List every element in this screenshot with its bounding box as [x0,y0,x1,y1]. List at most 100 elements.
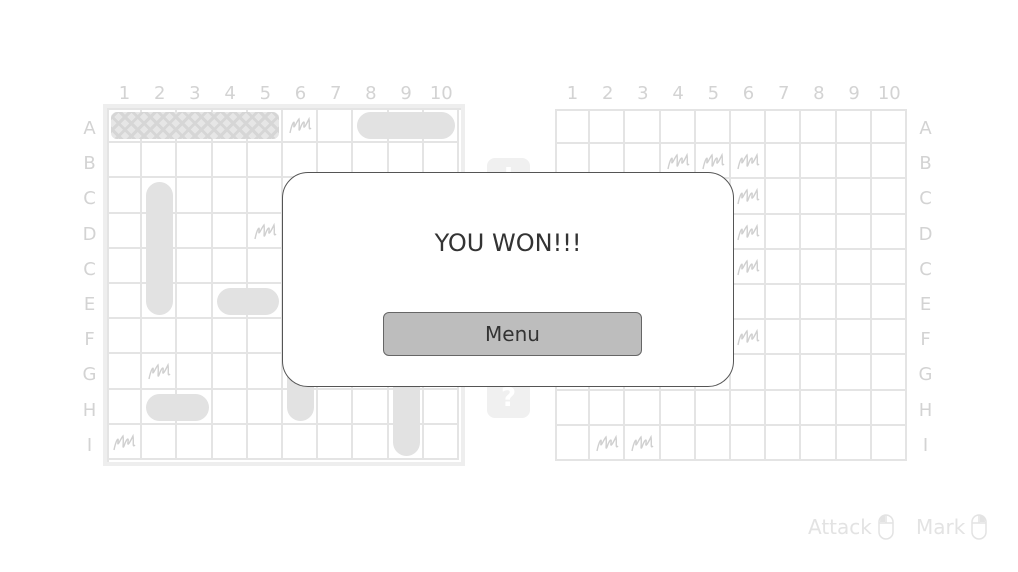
enemy-cell-C9[interactable] [836,179,872,215]
enemy-cell-H10[interactable] [871,390,907,426]
enemy-row-label: F [920,329,931,351]
enemy-cell-H2[interactable] [590,390,626,426]
enemy-cell-H4[interactable] [660,390,696,426]
enemy-cell-G7[interactable] [766,355,802,391]
enemy-cell-D8[interactable] [801,214,837,250]
enemy-cell-G9[interactable] [836,355,872,391]
enemy-cell-C10[interactable] [871,249,907,285]
player-cell-G5 [247,354,283,390]
enemy-cell-I9[interactable] [836,425,872,461]
player-row-label: D [82,223,97,245]
player-cell-H10 [423,389,459,425]
enemy-cell-I8[interactable] [801,425,837,461]
menu-button[interactable]: Menu [383,312,642,356]
player-miss-marker [110,428,140,458]
enemy-cell-H7[interactable] [766,390,802,426]
enemy-cell-E8[interactable] [801,285,837,321]
enemy-cell-F8[interactable] [801,320,837,356]
player-miss-marker [251,217,281,247]
enemy-row-label: B [919,153,932,175]
enemy-cell-A8[interactable] [801,109,837,145]
enemy-row-label: C [919,188,932,210]
enemy-cell-H9[interactable] [836,390,872,426]
enemy-cell-I7[interactable] [766,425,802,461]
enemy-cell-A1[interactable] [555,109,591,145]
enemy-cell-A9[interactable] [836,109,872,145]
player-cell-A7 [318,108,354,144]
enemy-cell-A4[interactable] [660,109,696,145]
mouse-right-click-icon [971,514,988,540]
enemy-cell-A10[interactable] [871,109,907,145]
enemy-cell-I1[interactable] [555,425,591,461]
enemy-cell-E6[interactable] [731,285,767,321]
enemy-miss-marker [628,429,658,459]
enemy-cell-B8[interactable] [801,144,837,180]
enemy-cell-A2[interactable] [590,109,626,145]
enemy-column-label: 8 [813,83,825,104]
enemy-cell-B7[interactable] [766,144,802,180]
enemy-cell-E9[interactable] [836,285,872,321]
player-cell-C1 [107,248,143,284]
player-cell-E1 [107,284,143,320]
player-cell-F5 [247,319,283,355]
player-column-label: 3 [189,83,201,104]
player-row-label: C [83,188,96,210]
player-cell-F1 [107,319,143,355]
enemy-cell-H8[interactable] [801,390,837,426]
enemy-cell-D10[interactable] [871,214,907,250]
enemy-cell-E10[interactable] [871,285,907,321]
enemy-miss-marker [734,323,764,353]
player-cell-B3 [177,143,213,179]
player-column-label: 9 [400,83,412,104]
enemy-cell-G8[interactable] [801,355,837,391]
enemy-cell-F10[interactable] [871,320,907,356]
player-cell-G4 [212,354,248,390]
enemy-column-label: 4 [672,83,684,104]
attack-hint: Attack [808,514,894,540]
enemy-cell-I10[interactable] [871,425,907,461]
enemy-cell-A5[interactable] [695,109,731,145]
enemy-cell-H3[interactable] [625,390,661,426]
enemy-cell-H6[interactable] [731,390,767,426]
enemy-cell-A3[interactable] [625,109,661,145]
enemy-cell-F7[interactable] [766,320,802,356]
player-cell-I5 [247,424,283,460]
player-ship [216,288,279,316]
enemy-column-label: 1 [566,83,579,104]
enemy-cell-H1[interactable] [555,390,591,426]
enemy-cell-C9[interactable] [836,249,872,285]
enemy-cell-G6[interactable] [731,355,767,391]
enemy-cell-I4[interactable] [660,425,696,461]
player-column-label: 6 [294,83,307,104]
enemy-cell-C10[interactable] [871,179,907,215]
enemy-cell-A7[interactable] [766,109,802,145]
player-cell-E3 [177,284,213,320]
enemy-cell-C7[interactable] [766,179,802,215]
enemy-cell-E7[interactable] [766,285,802,321]
player-cell-B4 [212,143,248,179]
player-row-label: A [83,118,96,139]
enemy-cell-A6[interactable] [731,109,767,145]
enemy-cell-I5[interactable] [695,425,731,461]
enemy-cell-F9[interactable] [836,320,872,356]
player-column-label: 7 [329,83,342,104]
player-ship [146,393,209,421]
enemy-row-label: H [918,399,933,421]
enemy-row-label: I [922,434,929,456]
player-cell-F4 [212,319,248,355]
enemy-cell-C8[interactable] [801,179,837,215]
enemy-cell-H5[interactable] [695,390,731,426]
enemy-cell-B9[interactable] [836,144,872,180]
player-cell-F2 [142,319,178,355]
enemy-cell-G10[interactable] [871,355,907,391]
enemy-cell-B10[interactable] [871,144,907,180]
player-row-label: H [82,399,97,421]
enemy-cell-C8[interactable] [801,249,837,285]
enemy-cell-I6[interactable] [731,425,767,461]
enemy-cell-C7[interactable] [766,249,802,285]
enemy-miss-marker [734,218,764,248]
player-cell-C4 [212,248,248,284]
enemy-cell-D9[interactable] [836,214,872,250]
enemy-cell-D7[interactable] [766,214,802,250]
player-cell-D4 [212,213,248,249]
